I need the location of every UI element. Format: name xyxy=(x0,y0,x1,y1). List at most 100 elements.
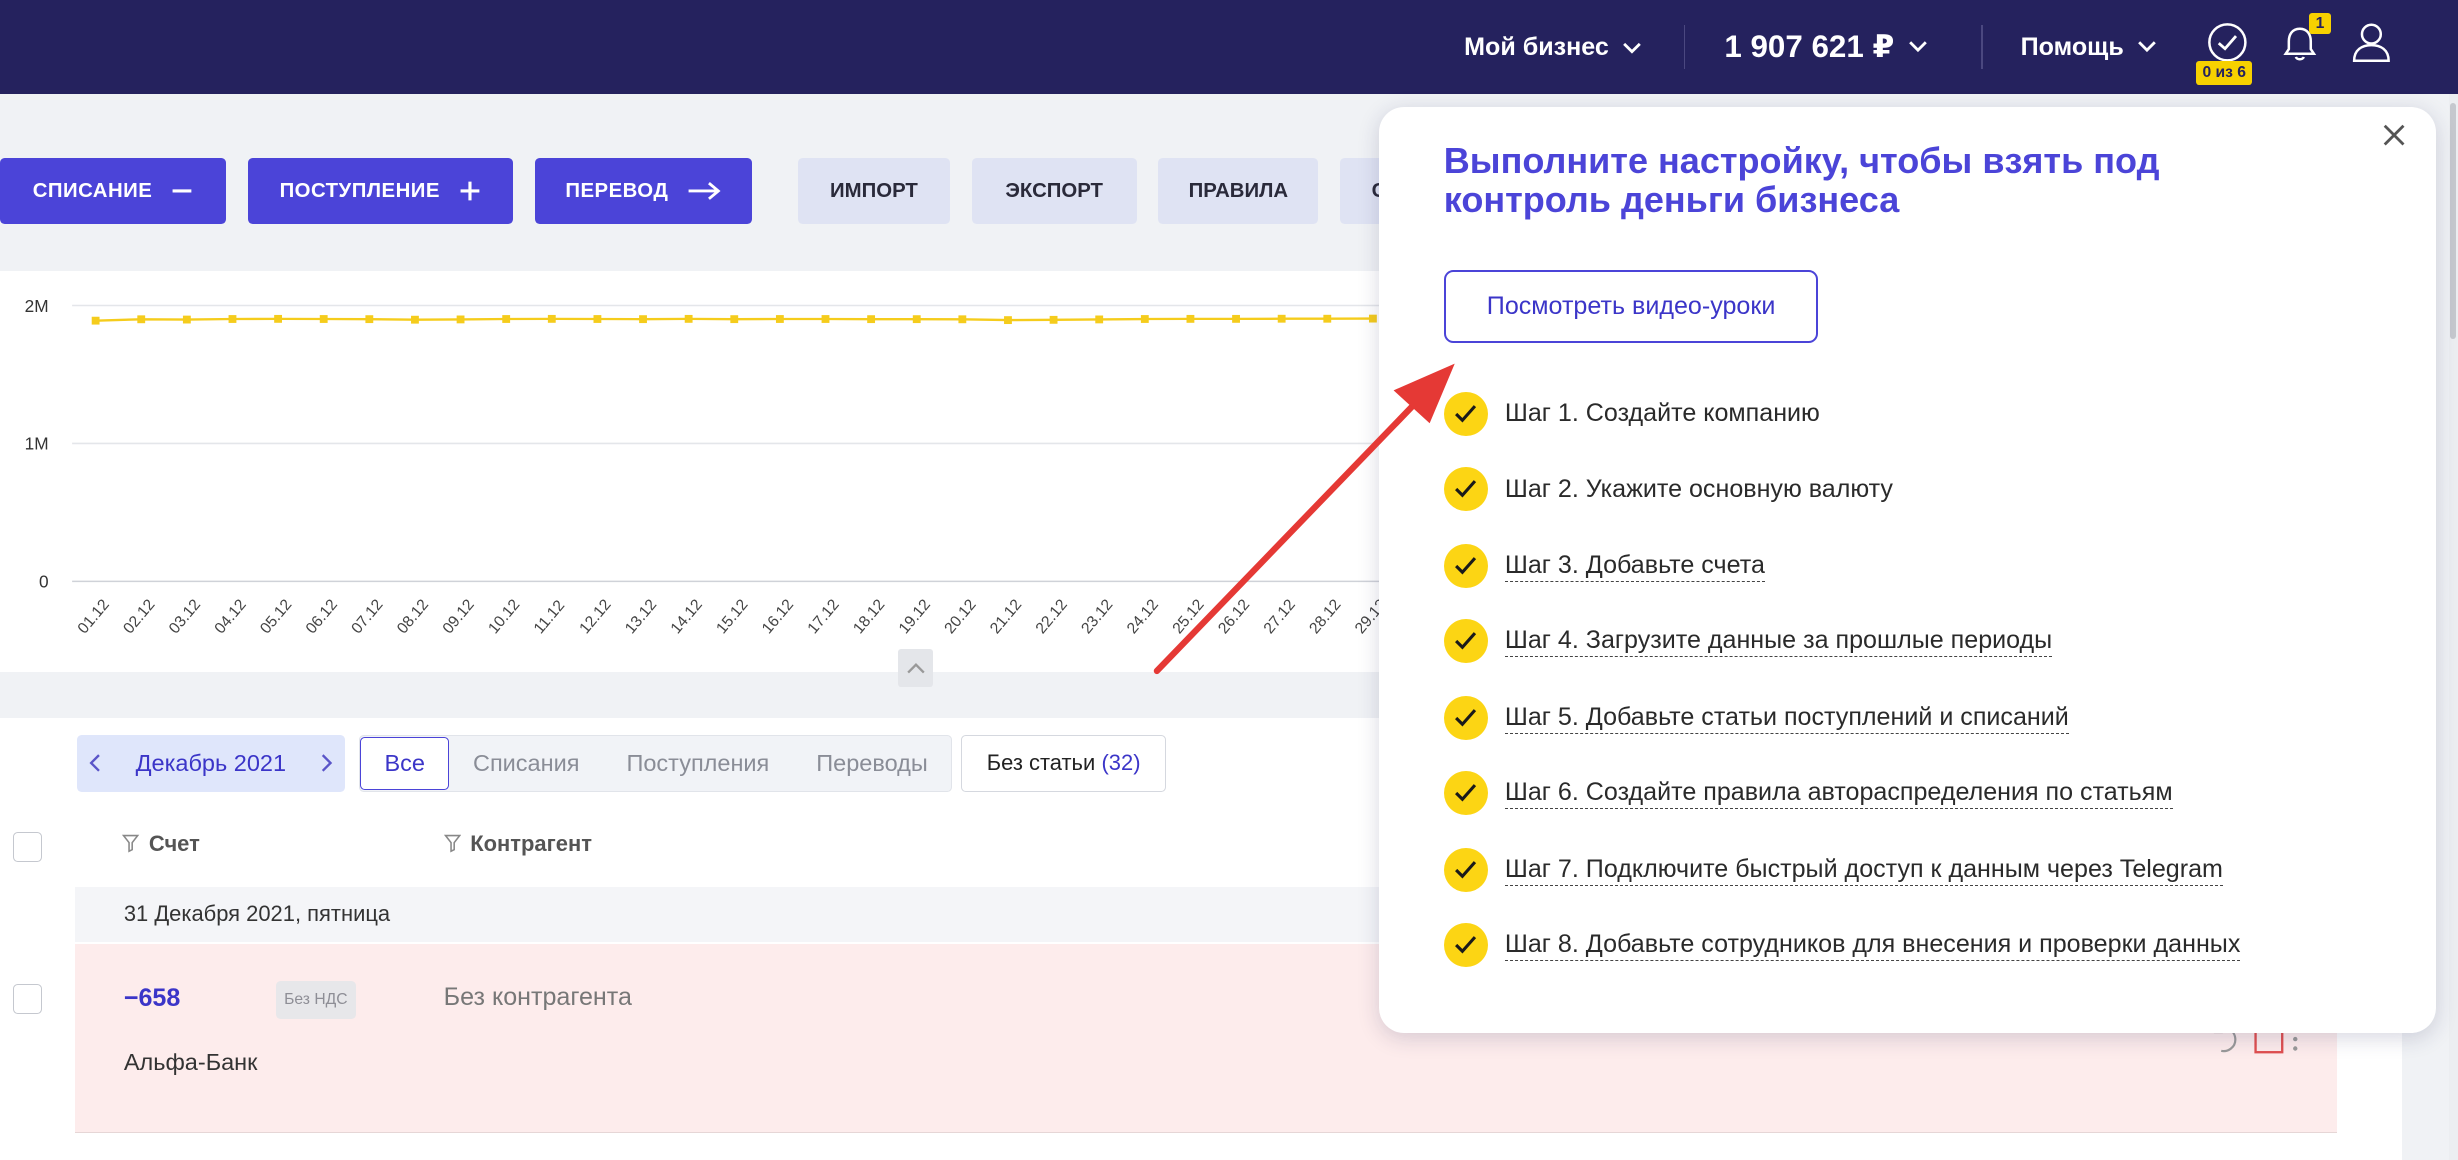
chart-point[interactable] xyxy=(1186,315,1195,323)
chart-x-tick-label: 04.12 xyxy=(212,596,250,637)
chart-point[interactable] xyxy=(775,315,784,324)
chart-point[interactable] xyxy=(912,315,921,324)
plus-icon xyxy=(460,181,480,201)
chart-point[interactable] xyxy=(821,315,830,324)
row-checkbox[interactable] xyxy=(12,984,43,1015)
chart-point[interactable] xyxy=(411,315,419,324)
watch-video-lessons-button[interactable]: Посмотреть видео-уроки xyxy=(1443,269,1819,344)
setup-progress-icon[interactable] xyxy=(2207,22,2248,63)
chart-x-tick-label: 20.12 xyxy=(941,596,979,637)
onboarding-step-8[interactable]: Шаг 8. Добавьте сотрудников для внесения… xyxy=(1443,922,2241,969)
chart-x-tick-label: 10.12 xyxy=(485,596,523,637)
check-icon xyxy=(1443,696,1488,740)
import-button[interactable]: ИМПОРТ xyxy=(797,158,950,225)
help-label: Помощь xyxy=(2020,32,2124,61)
chart-point[interactable] xyxy=(502,315,511,324)
chart-point[interactable] xyxy=(1323,314,1332,323)
column-header-account[interactable]: Счет xyxy=(122,831,200,857)
chart-x-tick-label: 18.12 xyxy=(850,596,888,637)
onboarding-step-3[interactable]: Шаг 3. Добавьте счета xyxy=(1443,542,1765,589)
chart-x-tick-label: 11.12 xyxy=(531,597,568,637)
next-month-button[interactable] xyxy=(307,735,345,791)
check-icon xyxy=(1443,619,1488,664)
chart-x-tick-label: 06.12 xyxy=(303,596,341,637)
chart-y-tick-label: 1M xyxy=(25,434,49,454)
chart-point[interactable] xyxy=(1232,315,1240,323)
onboarding-step-7[interactable]: Шаг 7. Подключите быстрый доступ к данны… xyxy=(1443,847,2223,894)
filter-tab-writeoffs[interactable]: Списания xyxy=(449,737,602,790)
chart-point[interactable] xyxy=(593,315,602,324)
onboarding-step-5[interactable]: Шаг 5. Добавьте статьи поступлений и спи… xyxy=(1443,694,2069,741)
filter-tab-all[interactable]: Все xyxy=(359,736,450,791)
rules-button[interactable]: ПРАВИЛА xyxy=(1158,158,1319,225)
chart-point[interactable] xyxy=(1049,316,1058,324)
chevron-down-icon xyxy=(1623,42,1642,54)
chart-x-tick-label: 27.12 xyxy=(1261,596,1299,637)
chart-x-tick-label: 12.12 xyxy=(576,596,614,637)
chart-point[interactable] xyxy=(91,316,100,325)
column-header-counterparty[interactable]: Контрагент xyxy=(443,831,592,857)
chart-point[interactable] xyxy=(1277,314,1286,323)
check-icon xyxy=(1443,391,1488,436)
chart-point[interactable] xyxy=(958,315,967,324)
onboarding-step-link[interactable]: Шаг 8. Добавьте сотрудников для внесения… xyxy=(1504,929,2241,962)
chart-point[interactable] xyxy=(547,315,556,323)
chart-point[interactable] xyxy=(1140,315,1149,324)
page-scrollbar-thumb[interactable] xyxy=(2450,103,2457,339)
chart-x-tick-label: 28.12 xyxy=(1306,596,1344,637)
filter-tab-transfers[interactable]: Переводы xyxy=(793,737,951,790)
onboarding-step-link[interactable]: Шаг 6. Создайте правила автораспределени… xyxy=(1504,777,2173,810)
export-button[interactable]: ЭКСПОРТ xyxy=(971,158,1137,225)
no-article-filter-button[interactable]: Без статьи (32) xyxy=(960,735,1167,792)
onboarding-step-link[interactable]: Шаг 7. Подключите быстрый доступ к данны… xyxy=(1504,854,2223,887)
filter-icon xyxy=(443,835,461,853)
balance-selector[interactable]: 1 907 621 ₽ xyxy=(1724,0,1928,94)
chevron-up-icon xyxy=(906,662,925,674)
date-group-label: 31 Декабря 2021, пятница xyxy=(123,901,391,927)
chart-point[interactable] xyxy=(319,315,328,324)
chart-x-tick-label: 19.12 xyxy=(896,596,934,637)
operation-account: Альфа-Банк xyxy=(123,1048,258,1075)
chart-point[interactable] xyxy=(365,315,374,324)
filter-tab-income[interactable]: Поступления xyxy=(603,737,793,790)
user-profile-icon[interactable] xyxy=(2351,20,2392,64)
select-all-checkbox[interactable] xyxy=(12,832,43,863)
chart-x-tick-label: 08.12 xyxy=(394,596,432,637)
writeoff-button-label: СПИСАНИЕ xyxy=(32,179,153,202)
chart-x-tick-label: 25.12 xyxy=(1170,596,1208,637)
help-menu[interactable]: Помощь xyxy=(2021,0,2159,94)
onboarding-step-link[interactable]: Шаг 4. Загрузите данные за прошлые перио… xyxy=(1504,625,2053,658)
previous-month-button[interactable] xyxy=(77,735,115,791)
chart-x-tick-label: 16.12 xyxy=(759,596,797,637)
chart-point[interactable] xyxy=(274,315,283,323)
check-icon xyxy=(1443,771,1488,816)
operation-amount[interactable]: −658 xyxy=(124,984,181,1013)
collapse-chart-button[interactable] xyxy=(898,648,933,687)
onboarding-step-link[interactable]: Шаг 5. Добавьте статьи поступлений и спи… xyxy=(1504,702,2069,735)
chart-point[interactable] xyxy=(137,315,146,324)
chart-point[interactable] xyxy=(1004,316,1012,325)
chart-point[interactable] xyxy=(639,315,647,324)
income-button[interactable]: ПОСТУПЛЕНИЕ xyxy=(247,158,513,225)
onboarding-step-link[interactable]: Шаг 3. Добавьте счета xyxy=(1504,550,1765,583)
chart-point[interactable] xyxy=(1095,315,1104,324)
chart-x-tick-label: 26.12 xyxy=(1215,596,1253,637)
chart-point[interactable] xyxy=(182,315,191,324)
onboarding-title: Выполните настройку, чтобы взять под кон… xyxy=(1443,140,2160,221)
check-icon xyxy=(1443,467,1488,512)
chart-point[interactable] xyxy=(456,315,465,324)
onboarding-step-4[interactable]: Шаг 4. Загрузите данные за прошлые перио… xyxy=(1443,618,2053,665)
close-icon[interactable] xyxy=(2380,121,2408,149)
onboarding-step-6[interactable]: Шаг 6. Создайте правила автораспределени… xyxy=(1443,770,2173,817)
chart-point[interactable] xyxy=(684,315,693,323)
business-selector[interactable]: Мой бизнес xyxy=(1464,0,1643,94)
transfer-button[interactable]: ПЕРЕВОД xyxy=(534,158,753,225)
chart-point[interactable] xyxy=(1368,314,1377,323)
chart-point[interactable] xyxy=(730,315,739,324)
chart-point[interactable] xyxy=(228,315,237,324)
current-month[interactable]: Декабрь 2021 xyxy=(114,750,307,777)
filter-icon xyxy=(122,835,140,853)
chart-point[interactable] xyxy=(867,315,876,324)
writeoff-button[interactable]: СПИСАНИЕ xyxy=(0,158,226,225)
check-icon xyxy=(1443,923,1488,968)
